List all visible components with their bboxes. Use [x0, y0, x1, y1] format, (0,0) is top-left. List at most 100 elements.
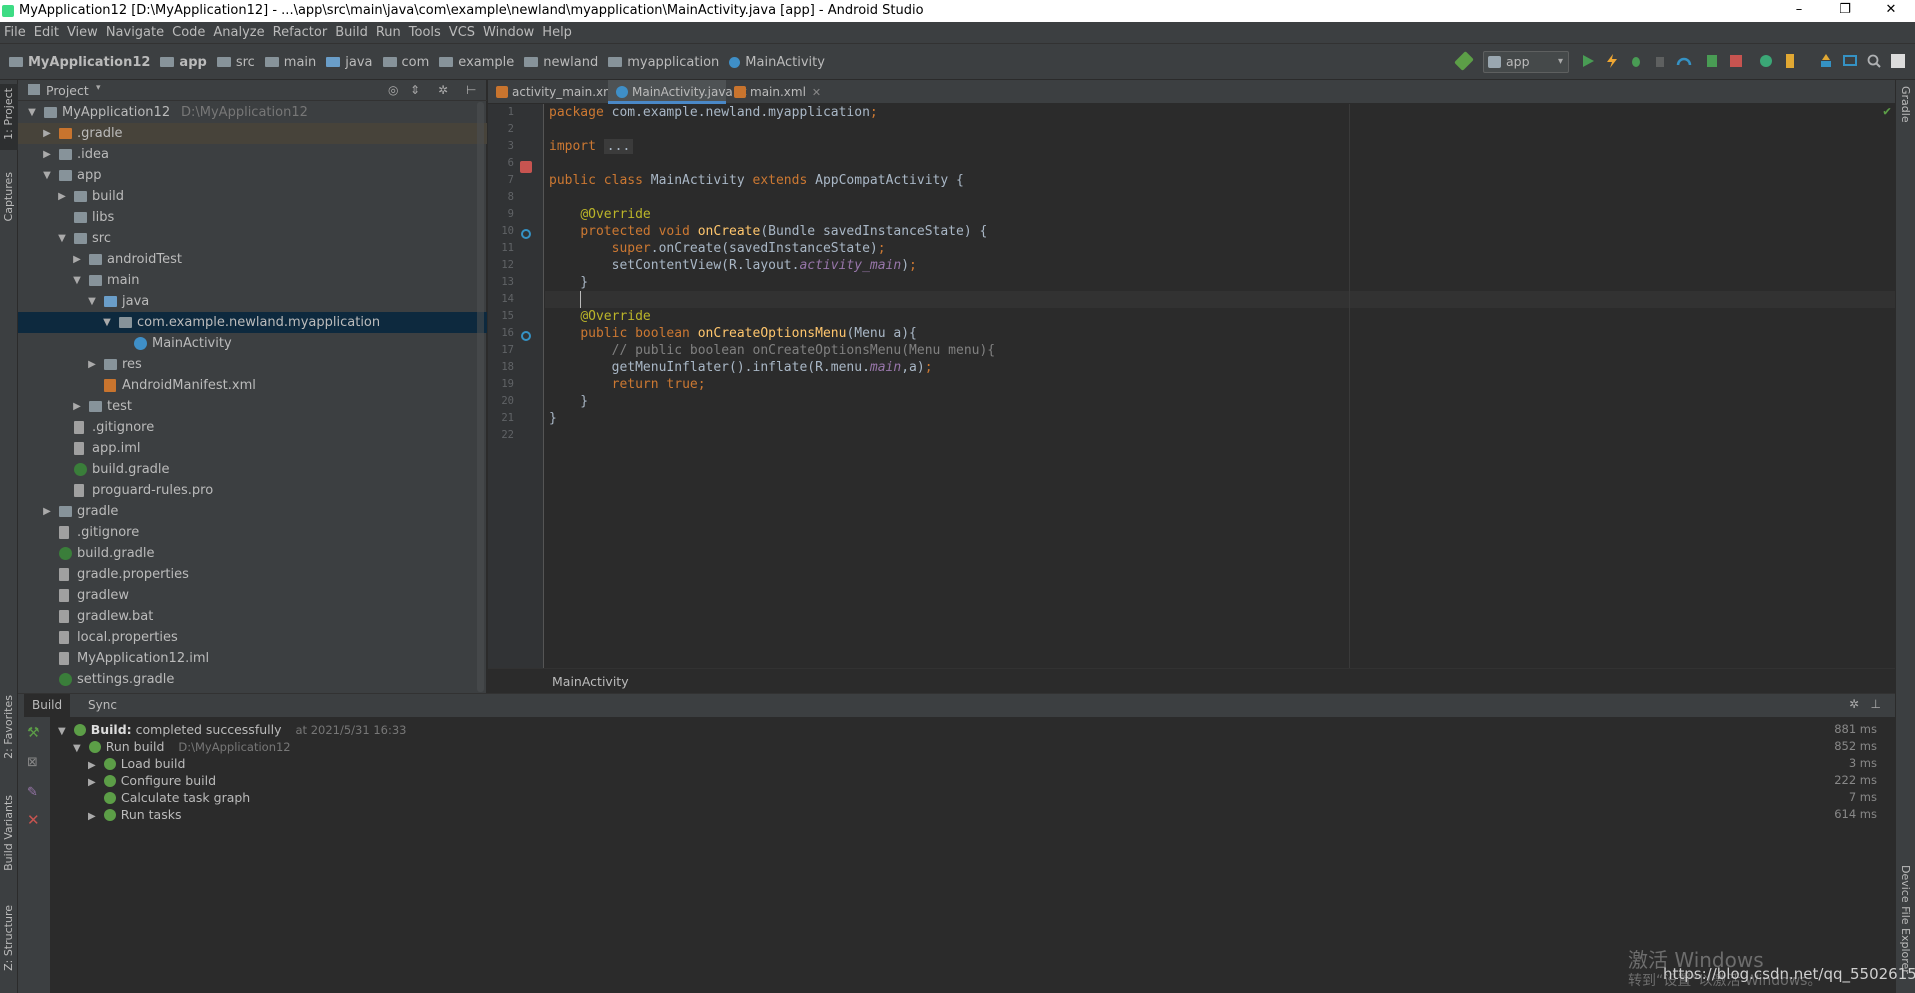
- maximize-button[interactable]: ❐: [1822, 0, 1868, 22]
- menu-item-view[interactable]: View: [63, 22, 102, 40]
- chevron-icon[interactable]: ▼: [26, 102, 38, 123]
- tool-structure-tab[interactable]: Z: Structure: [2, 905, 15, 971]
- tree-item[interactable]: gradle.properties: [18, 564, 487, 585]
- chevron-icon[interactable]: ▶: [41, 123, 53, 144]
- chevron-icon[interactable]: ▶: [88, 777, 96, 788]
- breadcrumb-item[interactable]: src: [212, 44, 260, 80]
- gear-icon[interactable]: ✲: [438, 83, 448, 97]
- tree-item[interactable]: ▼ MyApplication12 D:\MyApplication12: [18, 102, 487, 123]
- tree-item[interactable]: ▼ src: [18, 228, 487, 249]
- editor-breadcrumb-item[interactable]: MainActivity: [552, 674, 629, 689]
- tool-build-variants-tab[interactable]: Build Variants: [2, 795, 15, 871]
- breadcrumb-item[interactable]: MyApplication12: [4, 44, 155, 80]
- toggle-view-icon[interactable]: ⊠: [27, 755, 38, 770]
- tree-item[interactable]: gradlew.bat: [18, 606, 487, 627]
- close-button[interactable]: ✕: [1868, 0, 1914, 22]
- run-icon[interactable]: [1580, 53, 1596, 69]
- menu-item-file[interactable]: File: [0, 22, 30, 40]
- chevron-icon[interactable]: ▼: [73, 743, 81, 754]
- chevron-icon[interactable]: ▶: [71, 396, 83, 417]
- build-tree-item[interactable]: Calculate task graph: [88, 789, 250, 806]
- chevron-icon[interactable]: ▼: [86, 291, 98, 312]
- tree-item[interactable]: ▼ java: [18, 291, 487, 312]
- minimize-button[interactable]: –: [1776, 0, 1822, 22]
- menu-item-tools[interactable]: Tools: [405, 22, 445, 40]
- chevron-icon[interactable]: ▼: [58, 726, 66, 737]
- close-icon[interactable]: ✕: [812, 86, 821, 99]
- tree-item[interactable]: ▶ test: [18, 396, 487, 417]
- chevron-down-icon[interactable]: ▾: [96, 83, 101, 93]
- tree-item[interactable]: ▼ main: [18, 270, 487, 291]
- tree-item[interactable]: app.iml: [18, 438, 487, 459]
- tree-item[interactable]: proguard-rules.pro: [18, 480, 487, 501]
- project-view-select[interactable]: Project: [46, 83, 89, 98]
- tree-item[interactable]: build.gradle: [18, 459, 487, 480]
- gear-icon[interactable]: ✲: [1849, 697, 1859, 711]
- menu-item-code[interactable]: Code: [168, 22, 209, 40]
- tree-item[interactable]: AndroidManifest.xml: [18, 375, 487, 396]
- make-project-icon[interactable]: [1454, 51, 1474, 71]
- chevron-icon[interactable]: ▼: [41, 165, 53, 186]
- breadcrumb-item[interactable]: example: [434, 44, 519, 80]
- chevron-icon[interactable]: ▶: [41, 144, 53, 165]
- build-hammer-icon[interactable]: ⚒: [27, 725, 40, 741]
- breadcrumb-item[interactable]: com: [378, 44, 435, 80]
- chevron-icon[interactable]: ▼: [101, 312, 113, 333]
- code-editor[interactable]: ✔ package com.example.newland.myapplicat…: [545, 104, 1895, 668]
- breadcrumb-item[interactable]: MainActivity: [724, 44, 830, 80]
- menu-item-help[interactable]: Help: [538, 22, 576, 40]
- pin-icon[interactable]: ✎: [27, 785, 38, 800]
- menu-item-window[interactable]: Window: [479, 22, 538, 40]
- menu-item-build[interactable]: Build: [331, 22, 372, 40]
- breadcrumb-item[interactable]: app: [155, 44, 211, 80]
- tool-project-tab[interactable]: 1: Project: [0, 84, 18, 150]
- profile-icon[interactable]: [1676, 53, 1692, 69]
- breadcrumb-item[interactable]: myapplication: [603, 44, 724, 80]
- tree-item[interactable]: build.gradle: [18, 543, 487, 564]
- tab-mainactivity-java[interactable]: MainActivity.java✕: [608, 80, 748, 104]
- tree-item[interactable]: ▼ app: [18, 165, 487, 186]
- search-icon[interactable]: [1866, 53, 1882, 69]
- tree-item[interactable]: ▶ androidTest: [18, 249, 487, 270]
- close-icon[interactable]: ✕: [27, 811, 40, 829]
- sync-gradle-icon[interactable]: [1758, 53, 1774, 69]
- tree-item[interactable]: settings.gradle: [18, 669, 487, 690]
- menu-item-analyze[interactable]: Analyze: [209, 22, 268, 40]
- chevron-icon[interactable]: ▶: [41, 501, 53, 522]
- chevron-icon[interactable]: ▼: [56, 228, 68, 249]
- build-tree-item[interactable]: ▶ Run tasks: [88, 806, 181, 823]
- hide-panel-icon[interactable]: ⊢: [466, 83, 476, 97]
- apply-code-changes-icon[interactable]: [1704, 53, 1720, 69]
- tree-item[interactable]: ▶ build: [18, 186, 487, 207]
- breadcrumb-item[interactable]: main: [260, 44, 321, 80]
- breadcrumb-item[interactable]: java: [321, 44, 377, 80]
- menu-item-navigate[interactable]: Navigate: [102, 22, 168, 40]
- tree-item[interactable]: local.properties: [18, 627, 487, 648]
- apply-changes-icon[interactable]: [1604, 53, 1620, 69]
- tab-main-xml[interactable]: main.xml ✕: [726, 80, 821, 104]
- build-tree-item[interactable]: ▼ Run build D:\MyApplication12: [73, 738, 291, 755]
- tool-favorites-tab[interactable]: 2: Favorites: [2, 695, 15, 759]
- tree-item[interactable]: libs: [18, 207, 487, 228]
- attach-debugger-icon[interactable]: [1652, 53, 1668, 69]
- chevron-icon[interactable]: ▶: [86, 354, 98, 375]
- tree-item[interactable]: gradlew: [18, 585, 487, 606]
- tab-activity_main-xml[interactable]: activity_main.xml✕: [488, 80, 633, 104]
- menu-item-edit[interactable]: Edit: [30, 22, 63, 40]
- user-icon[interactable]: [1890, 53, 1906, 69]
- sdk-manager-icon[interactable]: [1818, 53, 1834, 69]
- build-tree-item[interactable]: ▶ Configure build: [88, 772, 216, 789]
- project-scrollbar[interactable]: [477, 102, 484, 692]
- breadcrumb-item[interactable]: newland: [519, 44, 603, 80]
- override-marker-icon[interactable]: [521, 229, 531, 239]
- chevron-icon[interactable]: ▼: [71, 270, 83, 291]
- menu-item-refactor[interactable]: Refactor: [269, 22, 332, 40]
- build-tree-item[interactable]: ▶ Load build: [88, 755, 185, 772]
- run-config-select[interactable]: app ▾: [1483, 51, 1569, 73]
- tree-item[interactable]: ▼ com.example.newland.myapplication: [18, 312, 487, 333]
- build-tree-item[interactable]: ▼ Build: completed successfully at 2021/5/…: [58, 721, 406, 738]
- stop-icon[interactable]: [1728, 53, 1744, 69]
- tool-gradle-tab[interactable]: Gradle: [1899, 86, 1912, 123]
- layout-inspector-icon[interactable]: [1842, 53, 1858, 69]
- tree-item[interactable]: .gitignore: [18, 417, 487, 438]
